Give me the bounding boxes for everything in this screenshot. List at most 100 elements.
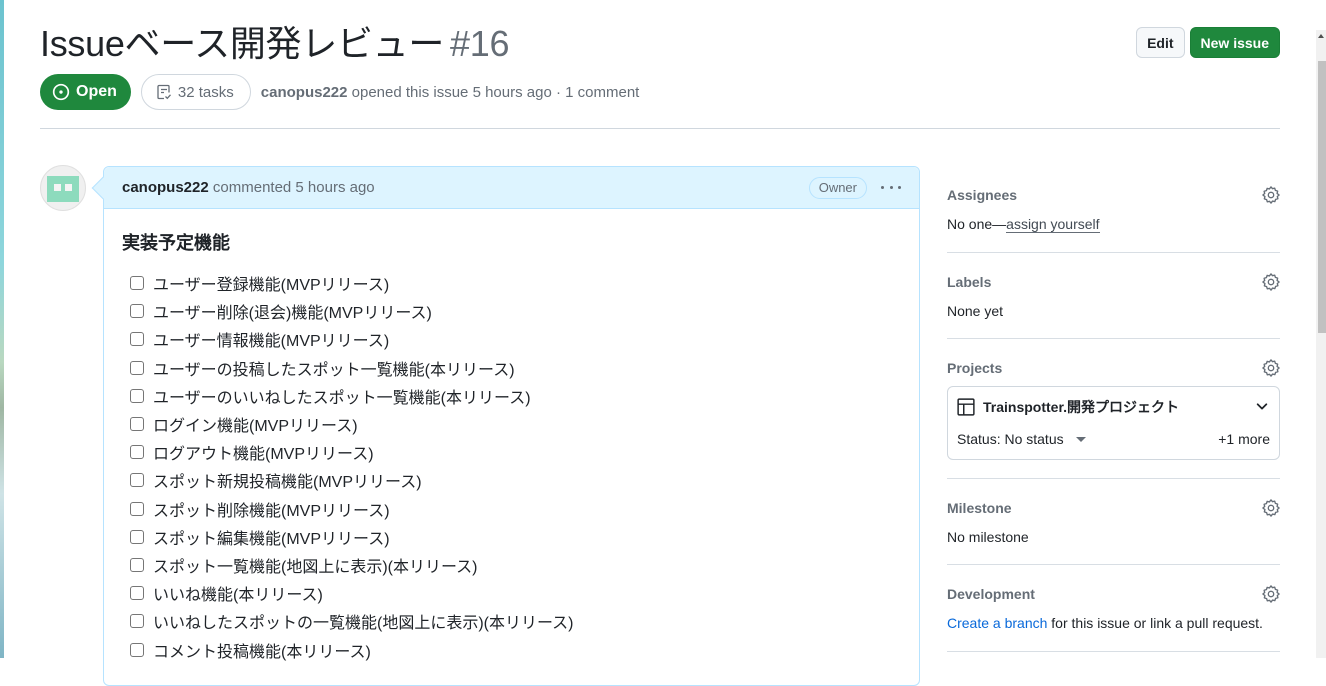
development-value: Create a branch for this issue or link a… xyxy=(947,615,1280,631)
task-checkbox[interactable] xyxy=(130,529,144,544)
labels-title[interactable]: Labels xyxy=(947,274,991,290)
development-title[interactable]: Development xyxy=(947,586,1035,602)
project-card: Trainspotter.開発プロジェクト Status: No status … xyxy=(947,386,1280,460)
task-label: いいね機能(本リリース) xyxy=(153,587,323,605)
task-label: ユーザー削除(退会)機能(MVPリリース) xyxy=(153,305,432,323)
task-checkbox[interactable] xyxy=(130,473,144,488)
projects-header: Projects xyxy=(947,359,1280,377)
issue-state-badge: Open xyxy=(40,74,131,110)
task-label: スポット編集機能(MVPリリース) xyxy=(153,530,390,548)
issue-opened-icon xyxy=(52,83,70,101)
milestone-title[interactable]: Milestone xyxy=(947,500,1012,516)
task-item: ユーザー登録機能(MVPリリース) xyxy=(130,269,901,297)
issue-author-link[interactable]: canopus222 xyxy=(261,84,348,101)
project-name-text: Trainspotter.開発プロジェクト xyxy=(983,399,1180,415)
task-checkbox[interactable] xyxy=(130,614,144,629)
caret-down-icon xyxy=(1075,436,1086,442)
task-checkbox[interactable] xyxy=(130,304,144,319)
assign-yourself-link[interactable]: assign yourself xyxy=(1006,216,1100,233)
project-status-text: Status: No status xyxy=(957,431,1064,447)
assignees-value: No one—assign yourself xyxy=(947,216,1280,233)
task-checkbox[interactable] xyxy=(130,360,144,375)
sidebar-milestone: Milestone No milestone xyxy=(947,479,1280,565)
chevron-down-icon[interactable] xyxy=(1255,399,1269,413)
development-header: Development xyxy=(947,585,1280,603)
tasks-count-pill[interactable]: 32 tasks xyxy=(140,74,251,110)
task-item: スポット新規投稿機能(MVPリリース) xyxy=(130,466,901,494)
sidebar-assignees: Assignees No one—assign yourself xyxy=(947,166,1280,253)
task-label: スポット新規投稿機能(MVPリリース) xyxy=(153,474,422,492)
task-item: ログアウト機能(MVPリリース) xyxy=(130,438,901,466)
task-item: いいね機能(本リリース) xyxy=(130,579,901,607)
labels-header: Labels xyxy=(947,273,1280,291)
task-checkbox[interactable] xyxy=(130,501,144,516)
task-checkbox[interactable] xyxy=(130,276,144,291)
task-checkbox[interactable] xyxy=(130,586,144,601)
projects-title[interactable]: Projects xyxy=(947,360,1002,376)
task-label: いいねしたスポットの一覧機能(地図上に表示)(本リリース) xyxy=(153,615,574,633)
issue-meta: Open 32 tasks canopus222 opened this iss… xyxy=(40,74,639,110)
scrollbar-thumb[interactable] xyxy=(1318,61,1326,333)
task-item: ユーザーの投稿したスポット一覧機能(本リリース) xyxy=(130,354,901,382)
comment-time[interactable]: commented 5 hours ago xyxy=(213,179,375,196)
task-label: ユーザー登録機能(MVPリリース) xyxy=(153,277,390,295)
task-label: ユーザーの投稿したスポット一覧機能(本リリース) xyxy=(153,361,515,379)
comment-pointer xyxy=(91,176,115,200)
task-checkbox[interactable] xyxy=(130,445,144,460)
issue-opened-info: canopus222 opened this issue 5 hours ago… xyxy=(261,84,640,101)
task-checkbox[interactable] xyxy=(130,332,144,347)
milestone-gear-icon[interactable] xyxy=(1262,499,1280,517)
milestone-header: Milestone xyxy=(947,499,1280,517)
task-checkbox[interactable] xyxy=(130,557,144,572)
task-item: いいねしたスポットの一覧機能(地図上に表示)(本リリース) xyxy=(130,607,901,635)
tasks-count: 32 tasks xyxy=(177,83,234,101)
edit-button[interactable]: Edit xyxy=(1136,27,1185,58)
avatar-eye-left xyxy=(54,184,61,191)
task-label: ログアウト機能(MVPリリース) xyxy=(153,446,374,464)
new-issue-button[interactable]: New issue xyxy=(1189,27,1280,58)
task-label: ログイン機能(MVPリリース) xyxy=(153,418,358,436)
table-icon xyxy=(957,398,975,416)
task-checkbox[interactable] xyxy=(130,642,144,657)
labels-value: None yet xyxy=(947,303,1004,319)
task-label: ユーザーのいいねしたスポット一覧機能(本リリース) xyxy=(153,389,531,407)
more-options-icon[interactable] xyxy=(881,186,901,189)
sidebar-projects: Projects Trainspotter.開発プロジェクト Status: N… xyxy=(947,339,1280,479)
project-status-dropdown[interactable]: Status: No status xyxy=(957,431,1086,447)
project-name[interactable]: Trainspotter.開発プロジェクト xyxy=(957,397,1179,417)
issue-opened-text: opened this issue 5 hours ago · 1 commen… xyxy=(351,83,640,101)
avatar-eye-right xyxy=(65,184,72,191)
issue-number: #16 xyxy=(450,23,510,64)
issue-title-text: Issueベース開発レビュー xyxy=(40,23,445,64)
task-list: ユーザー登録機能(MVPリリース) ユーザー削除(退会)機能(MVPリリース) … xyxy=(122,269,901,664)
header-divider xyxy=(40,128,1280,129)
task-item: スポット編集機能(MVPリリース) xyxy=(130,523,901,551)
issue-header: Issueベース開発レビュー #16 Edit New issue xyxy=(40,22,1280,66)
task-checkbox[interactable] xyxy=(130,388,144,403)
task-item: ログイン機能(MVPリリース) xyxy=(130,410,901,438)
labels-gear-icon[interactable] xyxy=(1262,273,1280,291)
body-heading: 実装予定機能 xyxy=(122,233,230,253)
projects-gear-icon[interactable] xyxy=(1262,359,1280,377)
checklist-icon xyxy=(157,84,171,100)
project-more-link[interactable]: +1 more xyxy=(1218,431,1270,447)
sidebar-labels: Labels None yet xyxy=(947,253,1280,339)
assignees-title[interactable]: Assignees xyxy=(947,187,1017,203)
issue-comment: canopus222 commented 5 hours ago Owner 実… xyxy=(91,166,920,686)
comment-body: 実装予定機能 ユーザー登録機能(MVPリリース) ユーザー削除(退会)機能(MV… xyxy=(104,209,919,664)
task-label: スポット削除機能(MVPリリース) xyxy=(153,502,390,520)
scroll-up-arrow-icon[interactable] xyxy=(1316,30,1326,60)
create-branch-link[interactable]: Create a branch xyxy=(947,615,1047,631)
task-item: ユーザー削除(退会)機能(MVPリリース) xyxy=(130,297,901,325)
development-rest-text: for this issue or link a pull request. xyxy=(1047,615,1263,631)
assignees-gear-icon[interactable] xyxy=(1262,186,1280,204)
assignees-none-text: No one— xyxy=(947,216,1007,232)
task-checkbox[interactable] xyxy=(130,417,144,432)
desktop-background-edge xyxy=(0,0,4,658)
milestone-value: No milestone xyxy=(947,529,1029,545)
avatar[interactable] xyxy=(40,165,86,211)
comment-author-link[interactable]: canopus222 xyxy=(122,179,209,196)
issue-title: Issueベース開発レビュー #16 xyxy=(40,22,510,66)
development-gear-icon[interactable] xyxy=(1262,585,1280,603)
task-item: コメント投稿機能(本リリース) xyxy=(130,635,901,663)
